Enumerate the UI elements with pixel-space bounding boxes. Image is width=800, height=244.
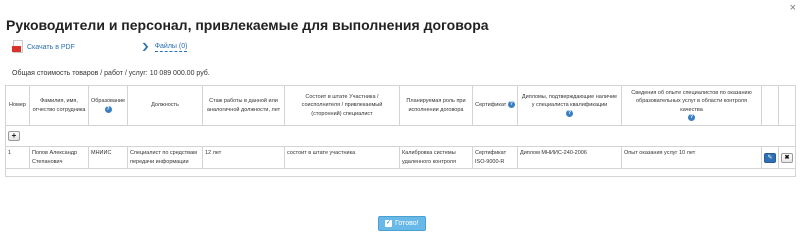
info-icon[interactable]: ? [507,101,515,109]
header-planned-role: Планируемая роль при исполнении договора [399,85,473,126]
cell-experience: 12 лет [202,146,285,169]
download-pdf-link[interactable]: Скачать в PDF [12,40,75,54]
cell-education: МНИИС [88,146,128,169]
cell-full-name: Попов Александр Степанович [29,146,89,169]
header-diplomas: Дипломы, подтверждающие наличие у специа… [517,85,622,126]
cell-planned-role: Калибровка системы удаленного контроля [399,146,473,169]
table-header-row: Номер Фамилия, имя, отчество сотрудника … [5,85,796,126]
download-pdf-label: Скачать в PDF [27,43,75,51]
header-qa-experience: Сведения об опыте специалистов по оказан… [621,85,762,126]
cell-certificate: Сертификат ISO-9000-R [472,146,518,169]
info-icon[interactable]: ? [104,105,112,113]
done-button-label: Готово! [395,220,419,227]
table-row: 1 Попов Александр Степанович МНИИС Специ… [5,146,796,169]
close-icon[interactable]: × [790,2,796,14]
delete-icon[interactable]: ✖ [781,152,793,163]
header-experience: Стаж работы в данной или аналогичной дол… [202,85,285,126]
add-row: + [5,125,796,147]
chevron-down-icon: ❯ [140,42,150,51]
cell-qa-experience: Опыт оказания услуг 10 лет [621,146,762,169]
header-education: Образование? [88,85,128,126]
header-delete [778,85,796,126]
header-number: Номер [5,85,30,126]
cell-position: Специалист по средствам передачи информа… [127,146,203,169]
total-cost: Общая стоимость товаров / работ / услуг:… [12,70,210,77]
add-row-cell: + [5,125,796,147]
header-position: Должность [127,85,203,126]
cell-staff-status: состоит в штате участника [284,146,400,169]
dialog-title: Руководители и персонал, привлекаемые дл… [6,17,489,33]
cell-diplomas: Диплом МНИИС-240-2006 [517,146,622,169]
files-toggle[interactable]: ❯ Файлы (0) [140,42,188,52]
header-full-name: Фамилия, имя, отчество сотрудника [29,85,89,126]
personnel-table: Номер Фамилия, имя, отчество сотрудника … [5,85,796,177]
info-icon[interactable]: ? [688,114,695,122]
table-footer-row [5,168,796,177]
header-staff-status: Состоит в штате Участника / соисполнител… [284,85,400,126]
done-button[interactable]: ✓ Готово! [378,216,426,231]
files-label: Файлы (0) [154,43,188,52]
header-edit [761,85,779,126]
pdf-icon [12,40,24,54]
info-icon[interactable]: ? [566,109,573,117]
cell-number: 1 [5,146,30,169]
add-row-button[interactable]: + [8,130,20,141]
cell-edit: ✎ [761,146,779,169]
check-icon: ✓ [385,220,392,227]
header-certificate: Сертификат ? [472,85,518,126]
cell-delete: ✖ [778,146,796,169]
edit-icon[interactable]: ✎ [764,152,776,163]
